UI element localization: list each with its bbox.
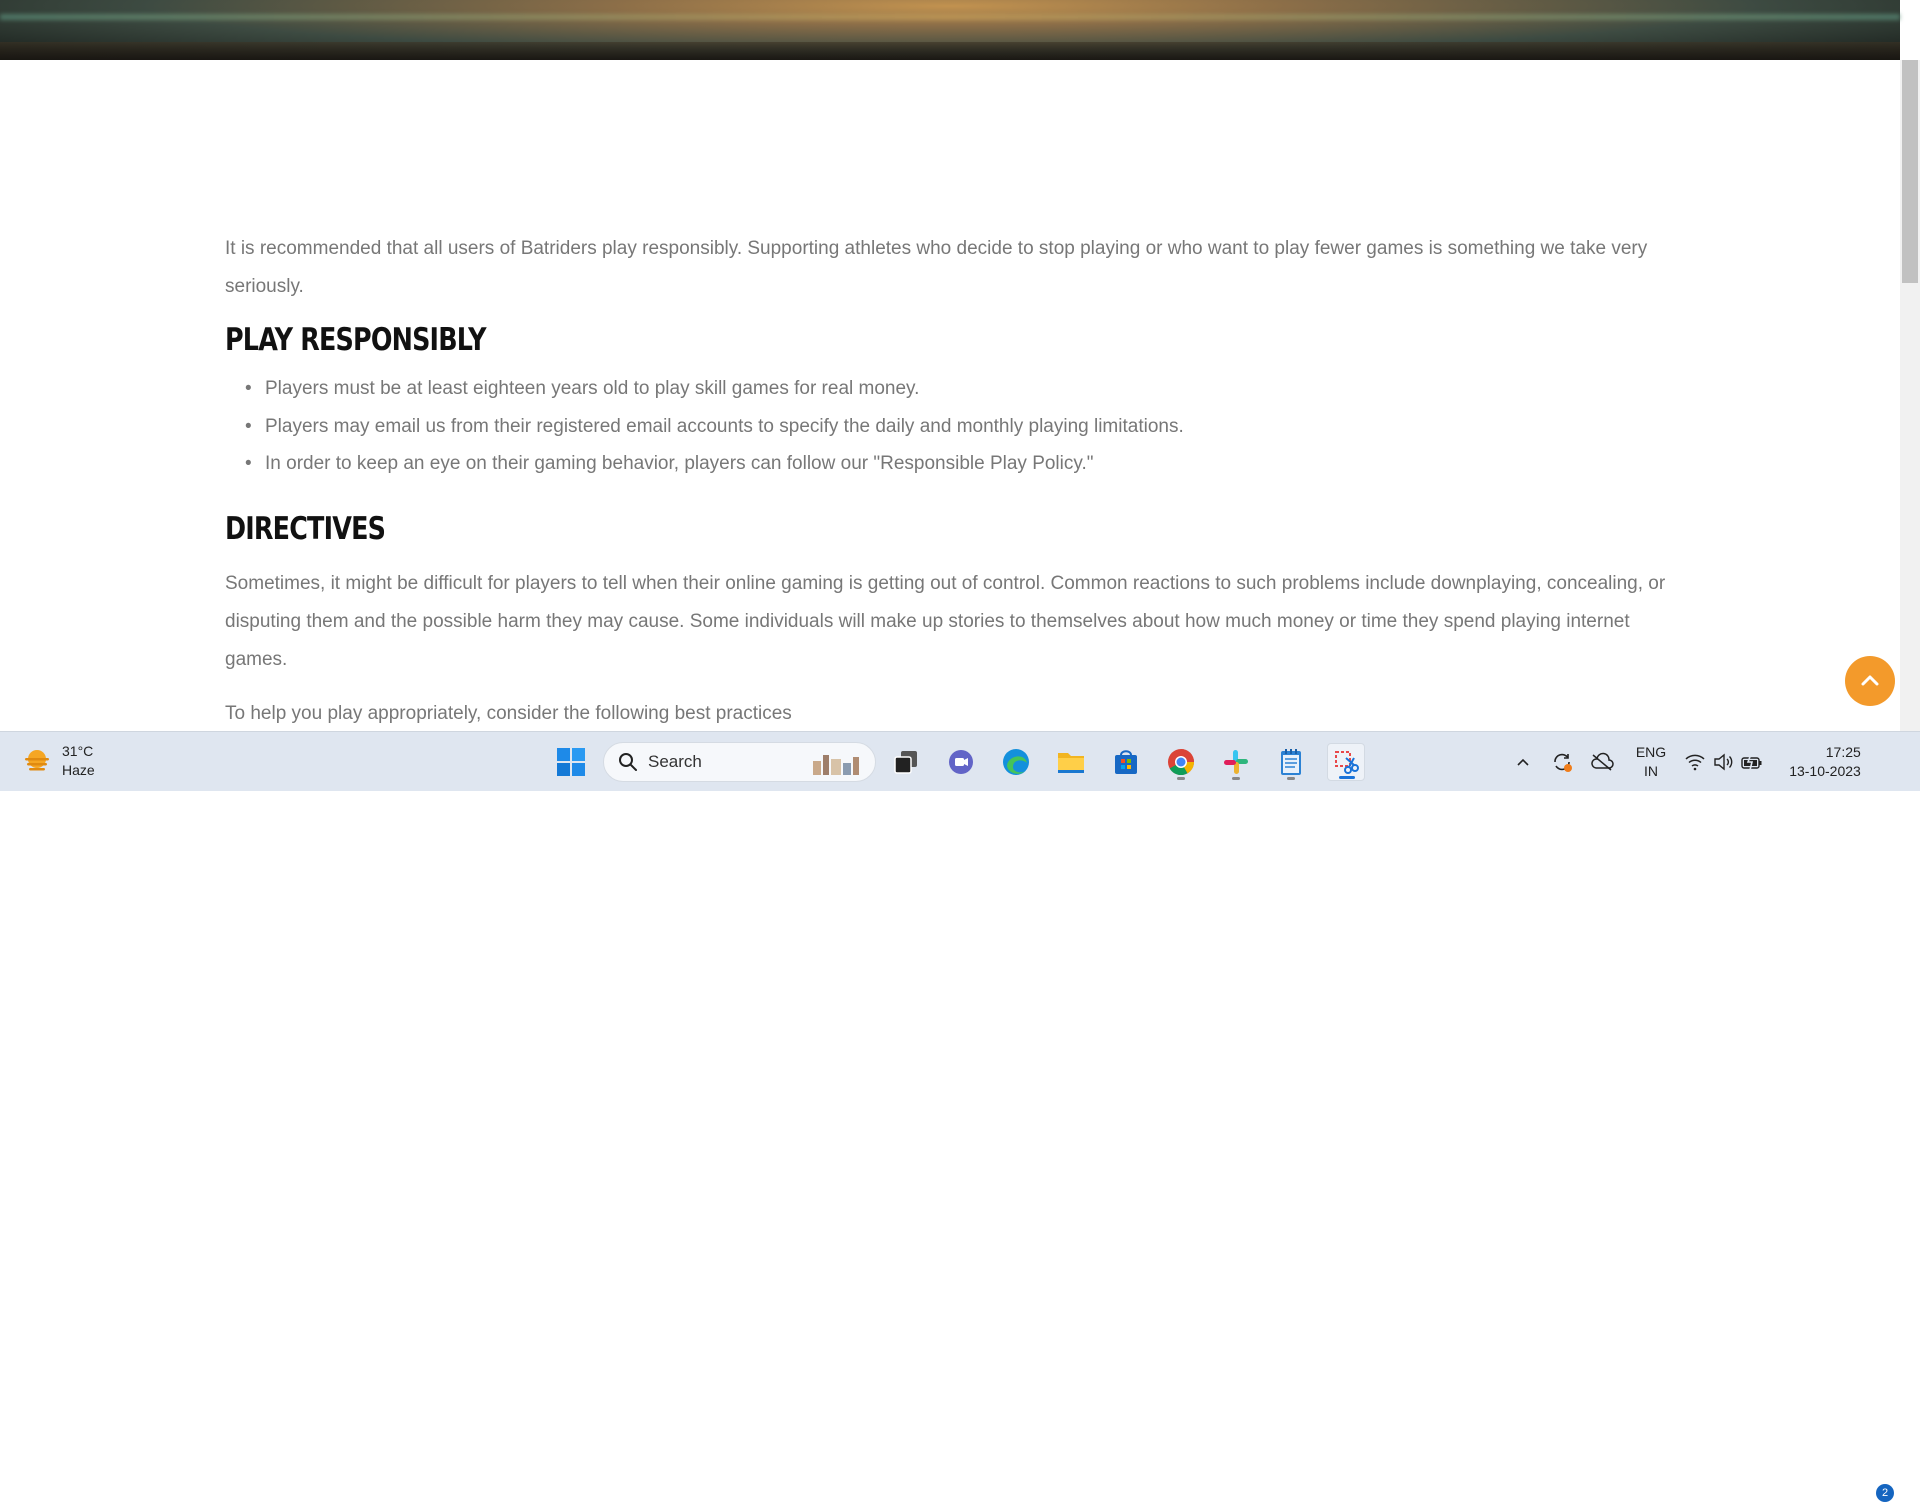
language-code: ENG xyxy=(1635,744,1667,760)
running-indicator xyxy=(1287,777,1295,780)
task-view-button[interactable] xyxy=(887,743,925,781)
intro-paragraph: It is recommended that all users of Batr… xyxy=(225,238,1648,297)
hero-banner-image xyxy=(0,0,1900,60)
search-highlight-illustration-icon xyxy=(813,755,859,775)
notification-badge[interactable]: 2 xyxy=(1876,1484,1894,1502)
sun-haze-icon xyxy=(25,750,49,771)
notepad-icon xyxy=(1281,749,1301,775)
snipping-tool-icon xyxy=(1335,751,1359,774)
chevron-up-icon xyxy=(1517,758,1529,766)
rules-list: Players must be at least eighteen years … xyxy=(225,370,1695,483)
taskbar-search-box[interactable]: Search xyxy=(603,742,876,782)
wifi-icon xyxy=(1685,754,1705,771)
chevron-up-icon xyxy=(1861,675,1879,686)
sync-icon xyxy=(1554,753,1572,772)
edge-browser-button[interactable] xyxy=(997,743,1035,781)
quick-settings-button[interactable] xyxy=(1684,742,1764,782)
onedrive-tray-button[interactable] xyxy=(1588,742,1616,782)
taskbar: 31°C Haze Search ENG IN 17:25 13-10-2023… xyxy=(0,731,1920,1502)
list-item: Players may email us from their register… xyxy=(225,408,1695,446)
task-view-icon xyxy=(894,751,917,774)
store-icon xyxy=(1115,750,1137,774)
section-heading-play-responsibly: PLAY RESPONSIBLY xyxy=(225,322,487,358)
article-content: It is recommended that all users of Batr… xyxy=(225,230,1695,731)
microsoft-store-button[interactable] xyxy=(1107,743,1145,781)
search-label: Search xyxy=(648,752,702,771)
list-item: Players must be at least eighteen years … xyxy=(225,370,1695,408)
search-icon xyxy=(619,753,637,771)
volume-icon xyxy=(1714,753,1733,771)
web-page: It is recommended that all users of Batr… xyxy=(0,0,1920,731)
slack-icon xyxy=(1224,750,1248,774)
clock-time: 17:25 xyxy=(1825,744,1861,760)
battery-charging-icon xyxy=(1741,753,1762,771)
language-indicator[interactable]: ENG IN xyxy=(1628,742,1674,782)
chat-icon xyxy=(949,750,973,774)
weather-temperature: 31°C xyxy=(62,743,94,759)
running-indicator xyxy=(1177,777,1185,780)
sync-tray-button[interactable] xyxy=(1548,742,1576,782)
chrome-button[interactable] xyxy=(1162,743,1200,781)
running-indicator xyxy=(1232,777,1240,780)
page-scrollbar-thumb[interactable] xyxy=(1902,60,1918,283)
start-button[interactable] xyxy=(552,743,590,781)
slack-button[interactable] xyxy=(1217,743,1255,781)
clock-date: 13-10-2023 xyxy=(1789,763,1861,779)
directives-paragraph: Sometimes, it might be difficult for pla… xyxy=(225,572,1666,670)
edge-icon xyxy=(1003,749,1029,775)
show-hidden-icons-button[interactable] xyxy=(1510,742,1536,782)
active-indicator xyxy=(1339,776,1355,779)
cloud-offline-icon xyxy=(1591,752,1614,771)
folder-icon xyxy=(1058,753,1084,773)
region-code: IN xyxy=(1644,763,1658,779)
back-to-top-button[interactable] xyxy=(1845,656,1895,706)
teams-chat-button[interactable] xyxy=(942,743,980,781)
list-item: In order to keep an eye on their gaming … xyxy=(225,445,1695,483)
notepad-button[interactable] xyxy=(1272,743,1310,781)
weather-widget[interactable]: 31°C Haze xyxy=(22,742,95,780)
windows-logo-icon xyxy=(557,748,585,776)
snipping-tool-button[interactable] xyxy=(1327,743,1365,781)
chrome-icon xyxy=(1168,749,1195,776)
section-heading-directives: DIRECTIVES xyxy=(225,510,386,547)
file-explorer-button[interactable] xyxy=(1052,743,1090,781)
best-practices-paragraph: To help you play appropriately, consider… xyxy=(225,702,792,724)
weather-description: Haze xyxy=(62,762,95,778)
clock-button[interactable]: 17:25 13-10-2023 xyxy=(1782,742,1868,782)
